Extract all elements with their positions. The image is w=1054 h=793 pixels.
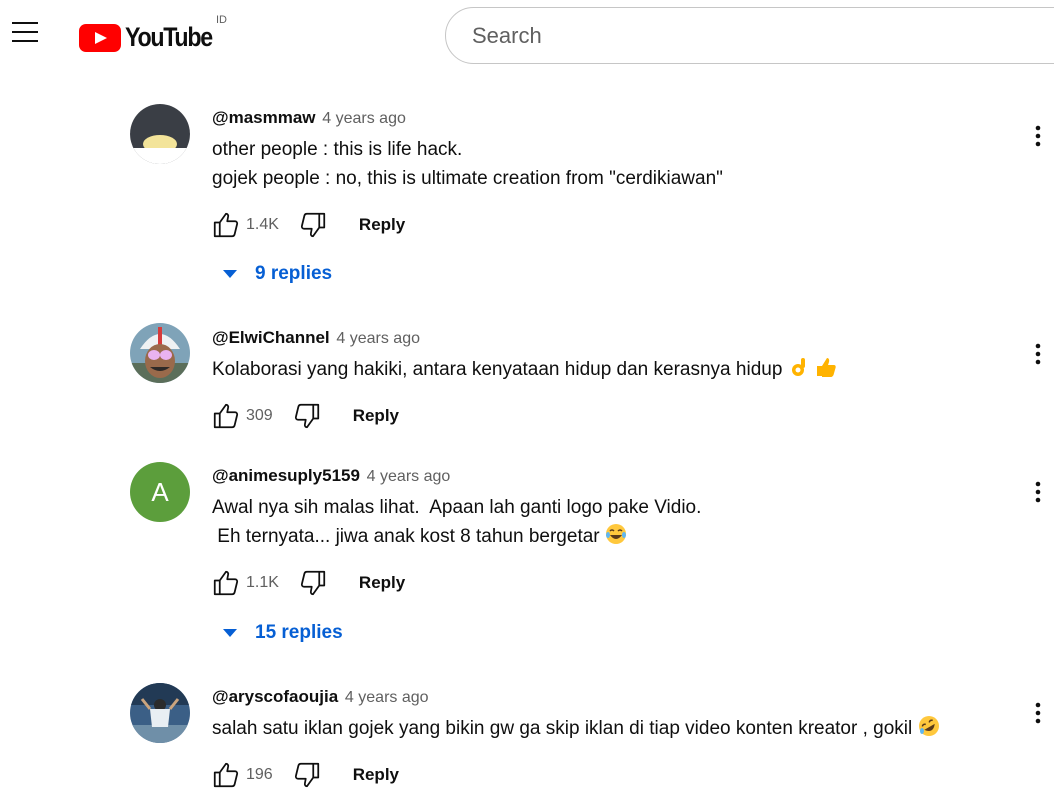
reply-button[interactable]: Reply	[353, 406, 399, 426]
comment-time[interactable]: 4 years ago	[322, 110, 406, 127]
youtube-play-icon	[79, 23, 121, 52]
ok-hand-emoji	[791, 358, 805, 376]
comment-line: Awal nya sih malas lihat. Apaan lah gant…	[212, 497, 702, 518]
comment-line: other people : this is life hack.	[212, 139, 463, 160]
avatar-image	[130, 323, 190, 383]
search-input[interactable]	[470, 22, 1034, 50]
avatar[interactable]	[130, 683, 190, 743]
replies-count-label: 9 replies	[255, 263, 333, 284]
more-actions-icon[interactable]	[1020, 336, 1054, 372]
like-button[interactable]	[208, 398, 244, 434]
thumbs-up-emoji	[816, 358, 836, 377]
avatar[interactable]: A	[130, 462, 190, 522]
comment-line: salah satu iklan gojek yang bikin gw ga …	[212, 718, 918, 739]
comment-line: Kolaborasi yang hakiki, antara kenyataan…	[212, 359, 788, 380]
dislike-button[interactable]	[295, 565, 331, 601]
dislike-button[interactable]	[289, 757, 325, 793]
like-button[interactable]	[208, 207, 244, 243]
comment-text: Awal nya sih malas lihat. Apaan lah gant…	[212, 493, 701, 551]
reply-button[interactable]: Reply	[359, 215, 405, 235]
comment-time[interactable]: 4 years ago	[367, 468, 451, 485]
comment-text: Kolaborasi yang hakiki, antara kenyataan…	[212, 355, 837, 384]
thumbs-down-icon	[294, 762, 319, 788]
avatar-image	[130, 683, 190, 743]
tears-of-joy-emoji	[605, 524, 626, 544]
like-count: 1.4K	[246, 216, 279, 233]
comment-author[interactable]: @aryscofaoujia	[212, 687, 338, 706]
like-count: 1.1K	[246, 574, 279, 591]
dislike-button[interactable]	[295, 207, 331, 243]
region-code: ID	[216, 14, 227, 26]
replies-toggle[interactable]: 9 replies	[218, 263, 332, 285]
like-count: 196	[246, 766, 273, 783]
replies-count-label: 15 replies	[255, 622, 343, 643]
logo-text: YouTube	[125, 22, 213, 52]
menu-icon[interactable]	[12, 22, 40, 50]
thumbs-up-icon	[213, 212, 239, 238]
more-actions-icon[interactable]	[1020, 695, 1054, 731]
comment-time[interactable]: 4 years ago	[336, 330, 420, 347]
comment-text: other people : this is life hack. gojek …	[212, 135, 723, 193]
comment-line: Eh ternyata... jiwa anak kost 8 tahun be…	[212, 526, 605, 547]
comment-text: salah satu iklan gojek yang bikin gw ga …	[212, 714, 940, 743]
thumbs-up-icon	[213, 762, 239, 788]
dislike-button[interactable]	[289, 398, 325, 434]
like-count: 309	[246, 407, 273, 424]
more-actions-icon[interactable]	[1020, 118, 1054, 154]
rolling-laughing-emoji	[918, 716, 939, 736]
search-box[interactable]	[445, 7, 1054, 64]
comment-author[interactable]: @animesuply5159	[212, 466, 360, 485]
replies-toggle[interactable]: 15 replies	[218, 622, 343, 644]
avatar[interactable]	[130, 104, 190, 164]
comment-author[interactable]: @ElwiChannel	[212, 328, 330, 347]
thumbs-up-icon	[213, 570, 239, 596]
youtube-logo[interactable]: YouTube	[79, 22, 226, 53]
avatar-letter: A	[151, 476, 169, 507]
avatar-image	[130, 104, 190, 164]
thumbs-down-icon	[294, 403, 319, 429]
like-button[interactable]	[208, 757, 244, 793]
thumbs-down-icon	[300, 212, 326, 238]
avatar[interactable]	[130, 323, 190, 383]
thumbs-up-icon	[213, 403, 239, 429]
like-button[interactable]	[208, 565, 244, 601]
more-actions-icon[interactable]	[1020, 474, 1054, 510]
reply-button[interactable]: Reply	[359, 573, 405, 593]
comment-author[interactable]: @masmmaw	[212, 108, 316, 127]
comment-time[interactable]: 4 years ago	[345, 689, 429, 706]
comment-line: gojek people : no, this is ultimate crea…	[212, 168, 723, 189]
chevron-down-icon	[223, 270, 237, 278]
thumbs-down-icon	[300, 570, 326, 596]
reply-button[interactable]: Reply	[353, 765, 399, 785]
chevron-down-icon	[223, 629, 237, 637]
